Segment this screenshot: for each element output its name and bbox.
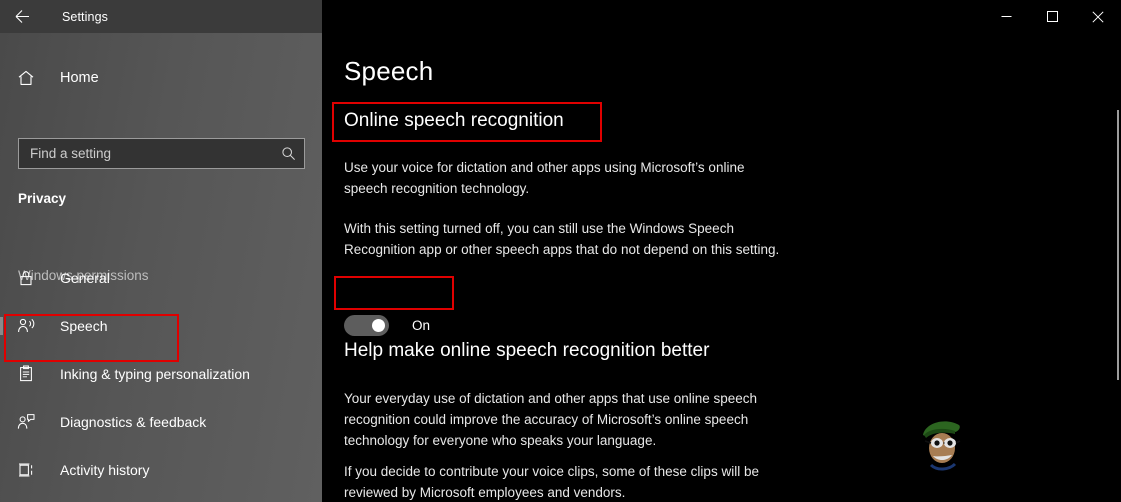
sidebar-item-home[interactable]: Home [0, 59, 322, 97]
toggle-knob [372, 319, 385, 332]
back-button[interactable] [0, 0, 44, 33]
toggle-state-label: On [412, 318, 431, 333]
activity-history-icon [16, 460, 44, 480]
minimize-button[interactable] [983, 0, 1029, 33]
vertical-scrollbar[interactable] [1115, 33, 1121, 502]
online-speech-recognition-toggle[interactable] [344, 315, 389, 336]
sidebar-item-home-label: Home [60, 70, 99, 86]
settings-window: Settings Home Find a setting Privacy Win… [0, 0, 1121, 502]
sidebar-item-general-label: General [60, 270, 110, 286]
window-controls [322, 0, 1121, 33]
maximize-icon [1046, 11, 1058, 22]
sidebar-item-activity-history[interactable]: Activity history [0, 449, 322, 491]
app-title: Settings [62, 9, 108, 24]
help-improve-description: Your everyday use of dictation and other… [344, 391, 758, 448]
content-pane: Speech Online speech recognition Use you… [322, 33, 1121, 502]
page-title: Speech [344, 56, 434, 86]
help-improve-note: If you decide to contribute your voice c… [344, 464, 759, 500]
sidebar-item-general[interactable]: General [0, 257, 322, 299]
lock-icon [16, 268, 44, 288]
sidebar-category-title: Privacy [18, 191, 67, 206]
close-icon [1092, 10, 1104, 23]
help-improve-heading: Help make online speech recognition bett… [344, 340, 710, 361]
online-speech-recognition-heading: Online speech recognition [344, 110, 564, 131]
cartoon-character-watermark [923, 421, 961, 471]
clipboard-pen-icon [16, 364, 44, 384]
sidebar-item-activity-history-label: Activity history [60, 462, 150, 478]
title-bar: Settings [0, 0, 1121, 33]
person-feedback-icon [16, 412, 44, 432]
title-bar-left: Settings [0, 0, 322, 33]
speech-person-icon [16, 316, 44, 336]
sidebar-item-inking[interactable]: Inking & typing personalization [0, 353, 322, 395]
search-input[interactable] [30, 146, 281, 161]
sidebar-item-speech[interactable]: Speech [0, 305, 322, 347]
home-icon [16, 68, 44, 88]
online-speech-recognition-description: Use your voice for dictation and other a… [344, 160, 745, 196]
search-icon[interactable] [281, 146, 296, 161]
online-speech-recognition-toggle-row[interactable]: On [344, 315, 430, 336]
maximize-button[interactable] [1029, 0, 1075, 33]
back-arrow-icon [15, 10, 29, 23]
scrollbar-thumb[interactable] [1117, 110, 1119, 380]
sidebar-item-speech-label: Speech [60, 318, 108, 334]
search-box[interactable] [18, 138, 305, 169]
sidebar-item-inking-label: Inking & typing personalization [60, 366, 250, 382]
minimize-icon [1001, 16, 1011, 17]
sidebar: Home Privacy Windows permissions General [0, 33, 322, 502]
online-speech-recognition-note: With this setting turned off, you can st… [344, 221, 780, 257]
sidebar-item-diagnostics[interactable]: Diagnostics & feedback [0, 401, 322, 443]
sidebar-item-diagnostics-label: Diagnostics & feedback [60, 414, 207, 430]
close-button[interactable] [1075, 0, 1121, 33]
